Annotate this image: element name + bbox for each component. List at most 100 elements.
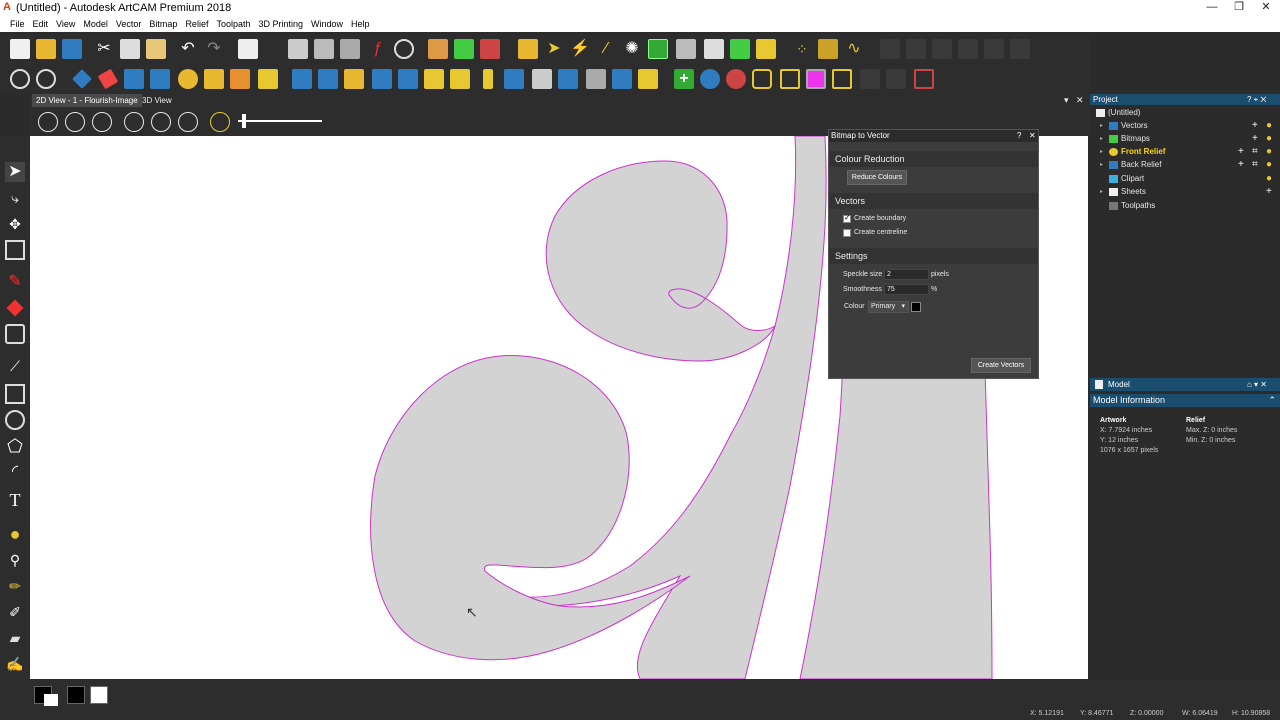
smear-icon[interactable]: ✍ (5, 654, 25, 674)
model-controls[interactable]: ⌂ ▾ ✕ (1247, 378, 1267, 391)
relief-op-4-icon[interactable] (372, 69, 392, 89)
smoothness-input[interactable]: 75 (884, 284, 929, 295)
polygon-icon[interactable]: ⬠ (5, 436, 25, 456)
close-view-icon[interactable]: ✕ (1076, 94, 1084, 107)
create-boundary-checkbox[interactable] (843, 213, 851, 223)
undo-icon[interactable]: ↶ (178, 39, 198, 59)
menu-file[interactable]: File (6, 16, 29, 32)
cloud-icon[interactable] (676, 39, 696, 59)
relief-op-13-icon[interactable] (612, 69, 632, 89)
menu-3d-printing[interactable]: 3D Printing (254, 16, 307, 32)
pencil-icon[interactable]: ✏ (5, 576, 25, 596)
clipart-bulb-icon[interactable]: ● (1266, 173, 1272, 185)
zoom-fit-icon[interactable] (151, 112, 171, 132)
nodes-icon[interactable]: ⁘ (792, 39, 812, 59)
disabled-tool-1-icon[interactable] (880, 39, 900, 59)
project-controls[interactable]: ? ⌖ ✕ (1247, 94, 1267, 105)
add-relief-icon[interactable]: + (674, 69, 694, 89)
gear-icon[interactable] (36, 69, 56, 89)
fill-drop-icon[interactable]: ● (5, 524, 25, 544)
eraser-tool-icon[interactable] (6, 299, 24, 317)
colour-select[interactable]: Primary ▾ (868, 301, 909, 313)
bitmap-bulb-icon[interactable]: ● (1266, 133, 1272, 145)
zoom-slider[interactable] (238, 120, 322, 122)
menu-edit[interactable]: Edit (29, 16, 53, 32)
menu-view[interactable]: View (52, 16, 79, 32)
speckle-size-input[interactable]: 2 (884, 269, 929, 280)
relief-blue-round-icon[interactable] (700, 69, 720, 89)
zoom-tool-icon[interactable] (10, 69, 30, 89)
back-bulb-icon[interactable]: ● (1266, 159, 1272, 171)
magnet-icon[interactable]: ƒ (368, 39, 388, 59)
relief-magenta-icon[interactable] (806, 69, 826, 89)
cut-icon[interactable]: ✂ (94, 39, 114, 59)
relief-stack-icon[interactable] (204, 69, 224, 89)
document-icon[interactable] (704, 39, 724, 59)
menu-vector[interactable]: Vector (112, 16, 146, 32)
add-back-layer-icon[interactable]: + (1238, 159, 1244, 171)
polyline-icon[interactable]: ⟋ (5, 356, 25, 376)
relief-active-icon[interactable] (648, 39, 668, 59)
relief-red-box-icon[interactable] (914, 69, 934, 89)
dialog-help-icon[interactable]: ? (1017, 130, 1021, 142)
front-layer-grid-icon[interactable]: ⌗ (1252, 146, 1258, 158)
yellow-arrow-icon[interactable] (756, 39, 776, 59)
line-icon[interactable]: ∕ (596, 39, 616, 59)
arc-icon[interactable]: ◜ (5, 462, 25, 482)
maximize-button[interactable]: ❐ (1225, 0, 1253, 16)
relief-shape-2-icon[interactable] (124, 69, 144, 89)
zoom-all-icon[interactable] (178, 112, 198, 132)
relief-op-11-icon[interactable] (558, 69, 578, 89)
pen-tool-icon[interactable]: ✎ (5, 272, 25, 292)
paintbrush-icon[interactable]: ✐ (5, 602, 25, 622)
relief-op-10-icon[interactable] (532, 69, 552, 89)
fork-icon[interactable]: ⚡ (570, 39, 590, 59)
menu-help[interactable]: Help (347, 16, 374, 32)
add-bitmap-layer-icon[interactable]: + (1252, 133, 1258, 145)
add-sheet-icon[interactable]: + (1266, 186, 1272, 198)
open-file-icon[interactable] (36, 39, 56, 59)
zoom-out-icon[interactable] (65, 112, 85, 132)
copy-icon[interactable] (120, 39, 140, 59)
paste-icon[interactable] (146, 39, 166, 59)
relief-op-12-icon[interactable] (586, 69, 606, 89)
disabled-relief-2-icon[interactable] (886, 69, 906, 89)
import-icon[interactable] (518, 39, 538, 59)
sculpt-icon[interactable] (97, 68, 119, 90)
brush-icon[interactable]: ⚲ (5, 550, 25, 570)
relief-op-3-icon[interactable] (344, 69, 364, 89)
menu-bitmap[interactable]: Bitmap (145, 16, 181, 32)
zoom-previous-icon[interactable] (92, 112, 112, 132)
disabled-tool-3-icon[interactable] (932, 39, 952, 59)
close-window-button[interactable]: ✕ (1252, 0, 1280, 16)
save-icon[interactable] (62, 39, 82, 59)
text-tool-icon[interactable]: T (5, 490, 25, 510)
transform-tool-icon[interactable]: ✥ (5, 214, 25, 234)
relief-op-6-icon[interactable] (424, 69, 444, 89)
menu-window[interactable]: Window (307, 16, 347, 32)
grid-icon[interactable] (340, 39, 360, 59)
reduce-colours-button[interactable]: Reduce Colours (847, 170, 907, 185)
zoom-in-icon[interactable] (38, 112, 58, 132)
relief-op-7-icon[interactable] (450, 69, 470, 89)
vector-bulb-icon[interactable]: ● (1266, 120, 1272, 132)
relief-orange-icon[interactable] (230, 69, 250, 89)
bookmark-view-icon[interactable] (210, 112, 230, 132)
zoom-1-to-1-icon[interactable] (124, 112, 144, 132)
add-vector-layer-icon[interactable]: + (1252, 120, 1258, 132)
model-information-title[interactable]: Model Information ⌃ (1090, 394, 1280, 407)
texture-icon[interactable] (178, 69, 198, 89)
disabled-tool-5-icon[interactable] (984, 39, 1004, 59)
front-bulb-icon[interactable]: ● (1266, 146, 1272, 158)
relief-op-1-icon[interactable] (292, 69, 312, 89)
tab-2d-view[interactable]: 2D View - 1 - Flourish-Image (32, 94, 142, 107)
circle-icon[interactable] (5, 410, 25, 430)
calculator-icon[interactable] (394, 39, 414, 59)
relief-overlap-icon[interactable] (832, 69, 852, 89)
secondary-colour-swatch[interactable] (44, 694, 58, 706)
menu-model[interactable]: Model (79, 16, 112, 32)
zoom-slider-thumb[interactable] (242, 114, 246, 128)
rectangle-icon[interactable] (5, 384, 25, 404)
relief-bracket-icon[interactable] (780, 69, 800, 89)
grid-tool-icon[interactable] (5, 240, 25, 260)
